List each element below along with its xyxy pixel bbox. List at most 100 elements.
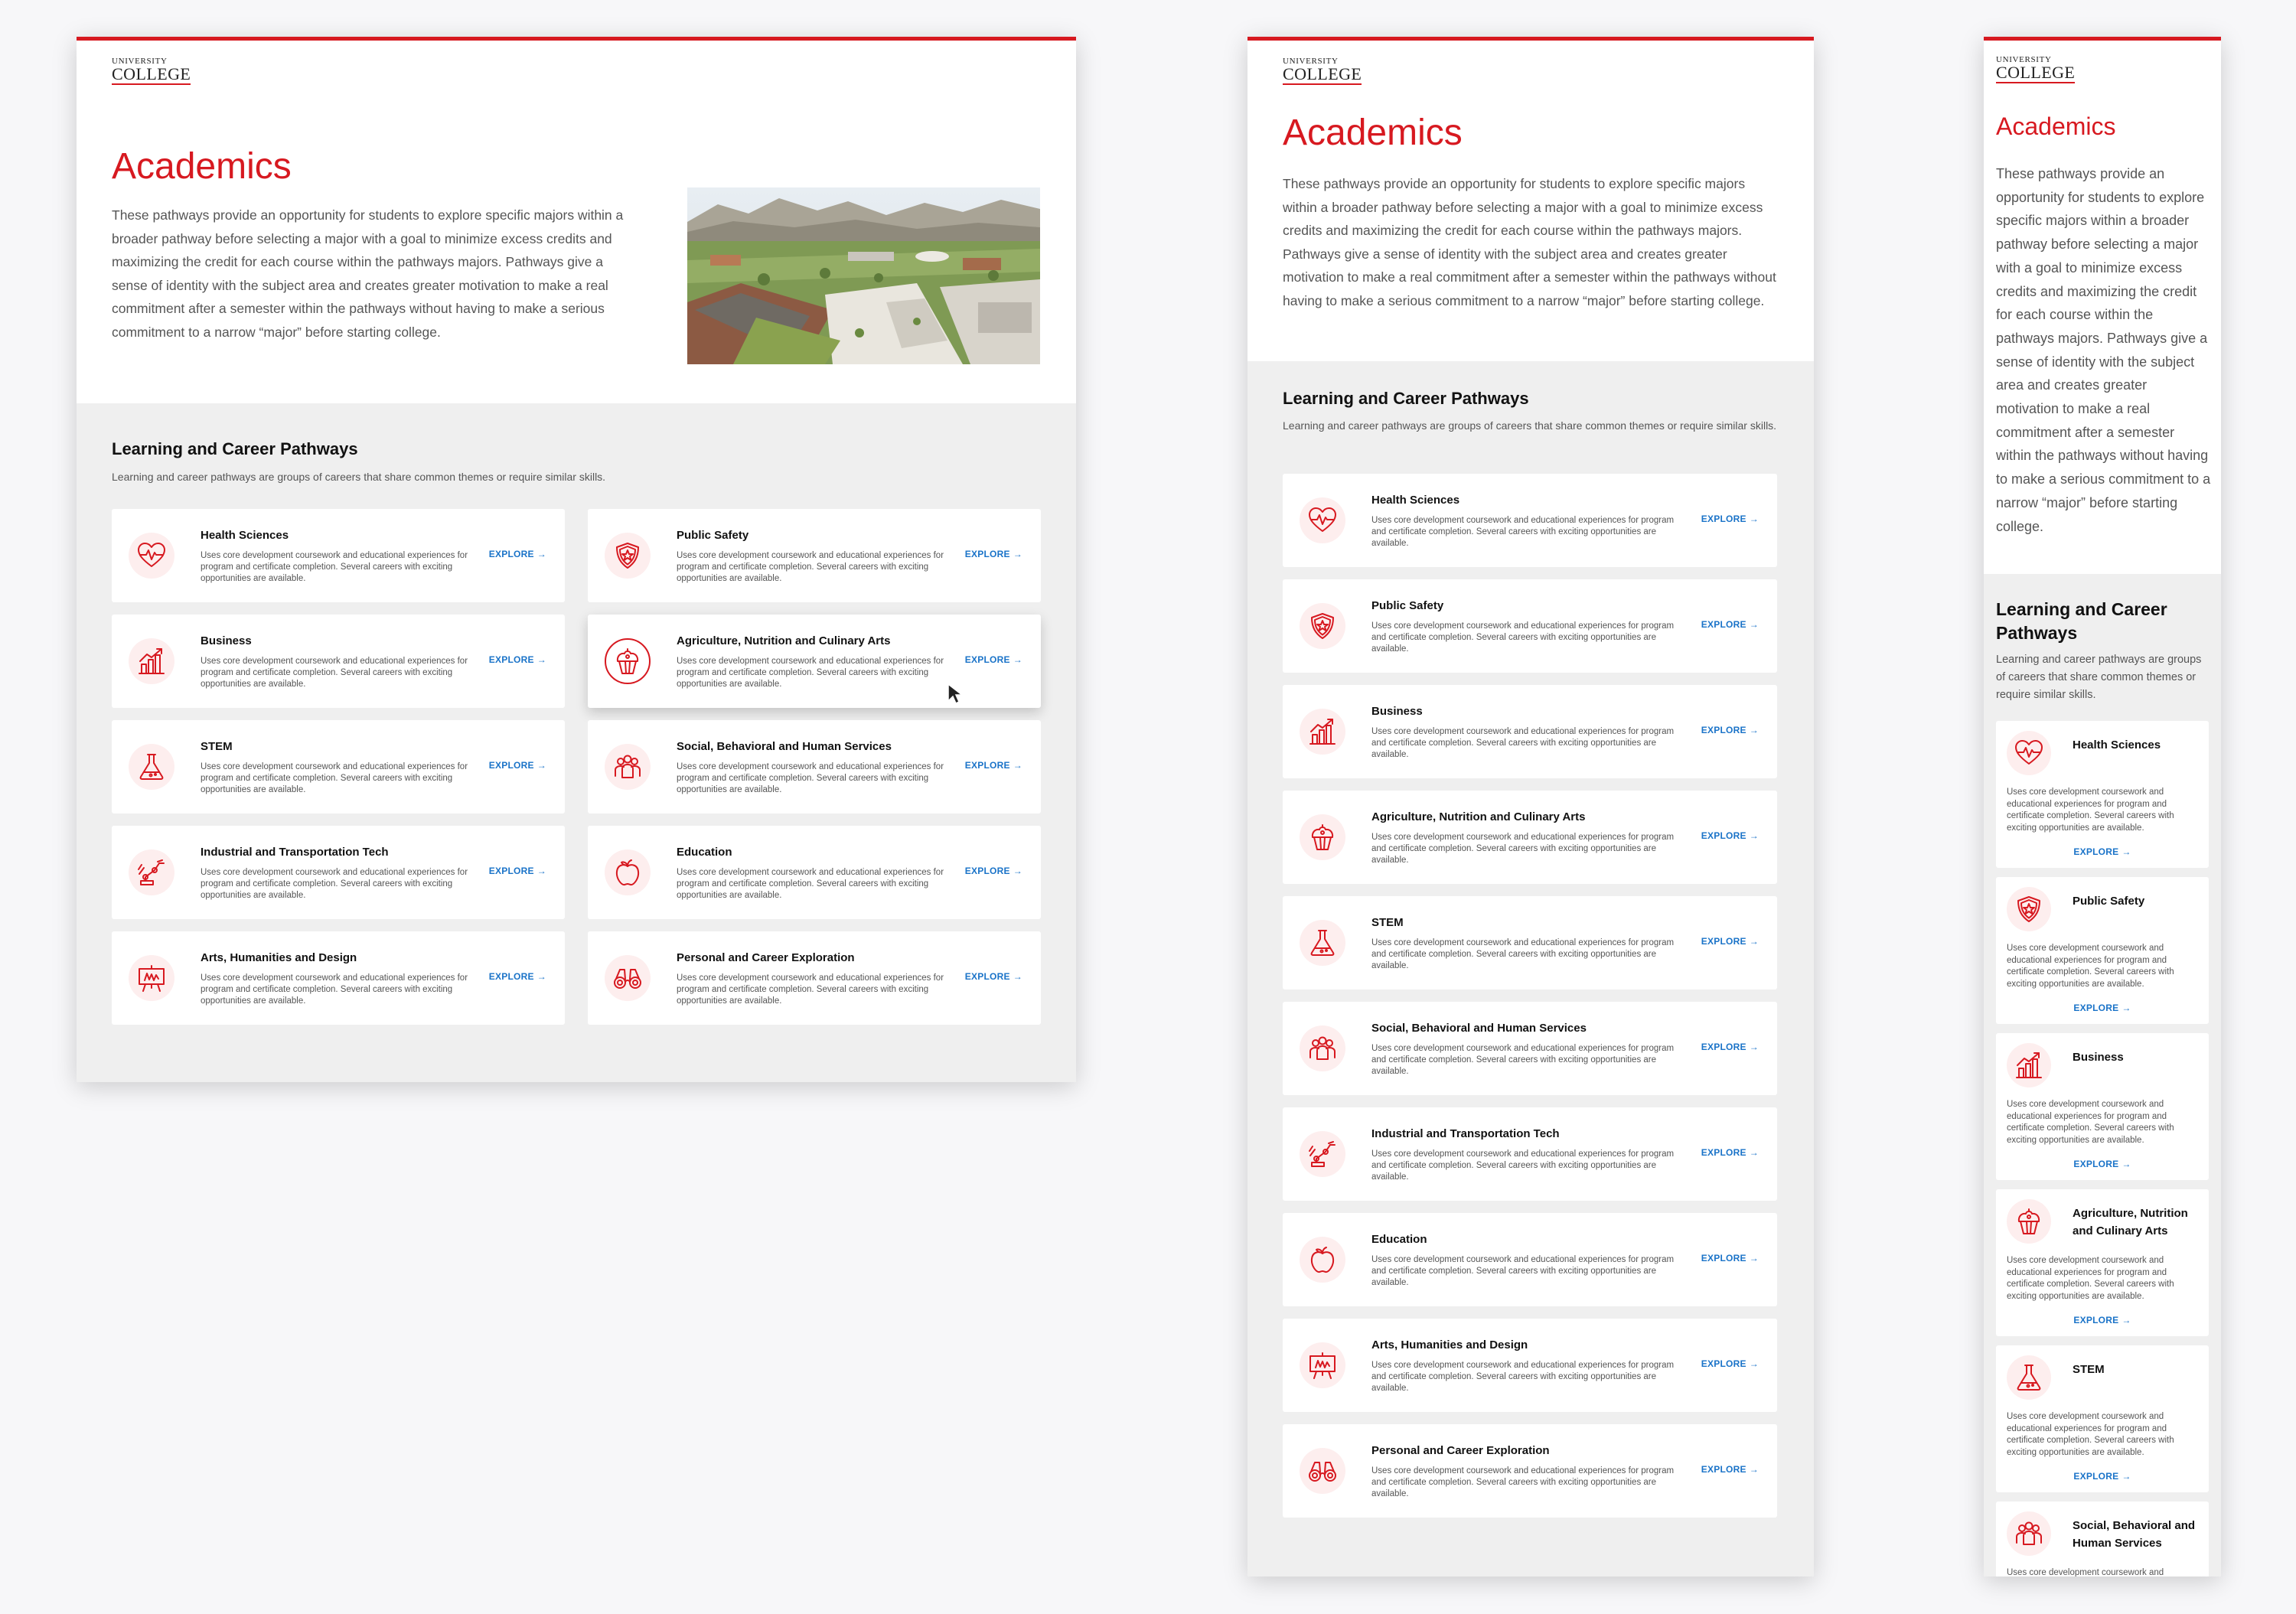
pathway-icon-badge xyxy=(1300,1342,1345,1388)
pathway-card-health-sciences[interactable]: Health Sciences Uses core development cou… xyxy=(112,509,565,602)
pathway-card-business[interactable]: Business Uses core development coursework… xyxy=(1996,1033,2209,1180)
pathway-card-education[interactable]: Education Uses core development coursewor… xyxy=(1283,1213,1777,1306)
explore-link[interactable]: EXPLORE → xyxy=(489,971,546,982)
pathway-title: Industrial and Transportation Tech xyxy=(1371,1127,1560,1140)
explore-link[interactable]: EXPLORE → xyxy=(1996,1471,2209,1482)
heart-pulse-icon xyxy=(1309,507,1336,532)
pathway-card-personal-and-career-exploration[interactable]: Personal and Career Exploration Uses core… xyxy=(1283,1424,1777,1518)
pathway-title: Social, Behavioral and Human Services xyxy=(2073,1519,2196,1550)
explore-link[interactable]: EXPLORE → xyxy=(1701,1464,1759,1475)
explore-link[interactable]: EXPLORE → xyxy=(965,654,1022,665)
pathway-card-stem[interactable]: STEM Uses core development coursework and… xyxy=(112,720,565,814)
explore-link[interactable]: EXPLORE → xyxy=(1701,1358,1759,1369)
explore-link[interactable]: EXPLORE → xyxy=(489,866,546,876)
arrow-right-icon: → xyxy=(2122,1003,2131,1013)
growth-chart-icon xyxy=(1309,719,1336,745)
pathway-icon-badge xyxy=(1300,1237,1345,1283)
explore-label: EXPLORE xyxy=(1701,1147,1746,1158)
section-subtitle: Learning and career pathways are groups … xyxy=(1996,654,2202,701)
pathway-card-industrial-and-transportation-tech[interactable]: Industrial and Transportation Tech Uses c… xyxy=(112,826,565,919)
pathway-title: Health Sciences xyxy=(1371,494,1460,507)
explore-label: EXPLORE xyxy=(1701,514,1746,524)
pathway-card-business[interactable]: Business Uses core development coursework… xyxy=(112,615,565,708)
pathway-icon-badge xyxy=(2007,1355,2051,1400)
pathway-card-social-behavioral-and-human-services[interactable]: Social, Behavioral and Human Services Use… xyxy=(588,720,1041,814)
explore-link[interactable]: EXPLORE → xyxy=(1996,1315,2209,1325)
pathway-card-agriculture-nutrition-and-culinary-arts[interactable]: Agriculture, Nutrition and Culinary Arts… xyxy=(1283,791,1777,884)
pathway-title: Public Safety xyxy=(2073,895,2145,908)
intro-paragraph: These pathways provide an opportunity fo… xyxy=(1283,176,1776,308)
mobile-frame: UNIVERSITY COLLEGE Academics These pathw… xyxy=(1984,37,2221,1577)
explore-link[interactable]: EXPLORE → xyxy=(965,760,1022,771)
pathway-description: Uses core development coursework and edu… xyxy=(677,868,944,900)
pathway-card-health-sciences[interactable]: Health Sciences Uses core development cou… xyxy=(1996,721,2209,868)
pathway-card-public-safety[interactable]: Public Safety Uses core development cours… xyxy=(1283,579,1777,673)
explore-link[interactable]: EXPLORE → xyxy=(965,971,1022,982)
pathway-title: STEM xyxy=(1371,916,1404,929)
arrow-right-icon: → xyxy=(536,866,546,876)
pathway-title: Social, Behavioral and Human Services xyxy=(677,740,892,753)
explore-link[interactable]: EXPLORE → xyxy=(1996,1159,2209,1169)
explore-link[interactable]: EXPLORE → xyxy=(965,866,1022,876)
explore-link[interactable]: EXPLORE → xyxy=(965,549,1022,559)
people-group-icon xyxy=(2016,1521,2042,1545)
explore-link[interactable]: EXPLORE → xyxy=(1996,846,2209,857)
pathway-card-social-behavioral-and-human-services[interactable]: Social, Behavioral and Human Services Use… xyxy=(1283,1002,1777,1095)
explore-link[interactable]: EXPLORE → xyxy=(489,760,546,771)
pathway-icon-badge xyxy=(2007,731,2051,775)
pathway-card-stem[interactable]: STEM Uses core development coursework and… xyxy=(1283,896,1777,990)
pathway-title: STEM xyxy=(201,740,233,753)
arrow-right-icon: → xyxy=(1749,1358,1759,1369)
explore-link[interactable]: EXPLORE → xyxy=(1701,725,1759,735)
pathway-title: Arts, Humanities and Design xyxy=(201,951,357,964)
pathway-card-business[interactable]: Business Uses core development coursework… xyxy=(1283,685,1777,778)
pathway-description: Uses core development coursework and edu… xyxy=(677,973,944,1006)
university-college-logo[interactable]: UNIVERSITY COLLEGE xyxy=(1996,56,2076,83)
explore-link[interactable]: EXPLORE → xyxy=(1701,1253,1759,1263)
pathway-icon-badge xyxy=(2007,1199,2051,1244)
explore-link[interactable]: EXPLORE → xyxy=(1701,1147,1759,1158)
pathway-description: Uses core development coursework and edu… xyxy=(1371,1044,1675,1076)
pathway-description: Uses core development coursework and edu… xyxy=(1371,1149,1675,1182)
pathway-icon-badge xyxy=(2007,887,2051,931)
pathway-description: Uses core development coursework and edu… xyxy=(677,762,944,794)
pathway-card-industrial-and-transportation-tech[interactable]: Industrial and Transportation Tech Uses c… xyxy=(1283,1107,1777,1201)
arrow-right-icon: → xyxy=(1749,1147,1759,1158)
explore-link[interactable]: EXPLORE → xyxy=(489,654,546,665)
hero-section: UNIVERSITY COLLEGE Academics These pathw… xyxy=(77,41,1076,403)
easel-icon xyxy=(1309,1352,1336,1379)
explore-link[interactable]: EXPLORE → xyxy=(1701,619,1759,630)
pathway-card-agriculture-nutrition-and-culinary-arts[interactable]: Agriculture, Nutrition and Culinary Arts… xyxy=(588,615,1041,708)
pathway-description: Uses core development coursework and edu… xyxy=(201,551,468,583)
pathway-description: Uses core development coursework and edu… xyxy=(201,973,468,1006)
explore-label: EXPLORE xyxy=(1701,1253,1746,1263)
pathway-card-social-behavioral-and-human-services[interactable]: Social, Behavioral and Human Services Use… xyxy=(1996,1502,2209,1577)
explore-link[interactable]: EXPLORE → xyxy=(1701,1042,1759,1052)
pathway-title: Business xyxy=(201,634,252,647)
university-college-logo[interactable]: UNIVERSITY COLLEGE xyxy=(112,57,191,85)
pathway-card-arts-humanities-and-design[interactable]: Arts, Humanities and Design Uses core dev… xyxy=(1283,1319,1777,1412)
pathway-card-agriculture-nutrition-and-culinary-arts[interactable]: Agriculture, Nutrition and Culinary Arts… xyxy=(1996,1189,2209,1336)
pathway-card-stem[interactable]: STEM Uses core development coursework and… xyxy=(1996,1345,2209,1492)
mouse-cursor-icon xyxy=(947,683,964,705)
university-college-logo[interactable]: UNIVERSITY COLLEGE xyxy=(1283,57,1362,85)
explore-link[interactable]: EXPLORE → xyxy=(1996,1003,2209,1013)
pathway-card-arts-humanities-and-design[interactable]: Arts, Humanities and Design Uses core dev… xyxy=(112,931,565,1025)
pathway-title: STEM xyxy=(2073,1363,2105,1376)
pathway-card-personal-and-career-exploration[interactable]: Personal and Career Exploration Uses core… xyxy=(588,931,1041,1025)
easel-icon xyxy=(139,965,165,992)
pathway-icon-badge xyxy=(1300,709,1345,755)
pathway-card-public-safety[interactable]: Public Safety Uses core development cours… xyxy=(1996,877,2209,1024)
explore-label: EXPLORE xyxy=(1701,1358,1746,1369)
arrow-right-icon: → xyxy=(536,654,546,665)
pathway-card-education[interactable]: Education Uses core development coursewor… xyxy=(588,826,1041,919)
pathway-card-public-safety[interactable]: Public Safety Uses core development cours… xyxy=(588,509,1041,602)
explore-link[interactable]: EXPLORE → xyxy=(1701,936,1759,947)
explore-link[interactable]: EXPLORE → xyxy=(1701,830,1759,841)
explore-link[interactable]: EXPLORE → xyxy=(1701,514,1759,524)
pathway-card-health-sciences[interactable]: Health Sciences Uses core development cou… xyxy=(1283,474,1777,567)
explore-link[interactable]: EXPLORE → xyxy=(489,549,546,559)
explore-label: EXPLORE xyxy=(964,654,1010,665)
shield-star-icon xyxy=(616,543,639,569)
arrow-right-icon: → xyxy=(1749,936,1759,947)
